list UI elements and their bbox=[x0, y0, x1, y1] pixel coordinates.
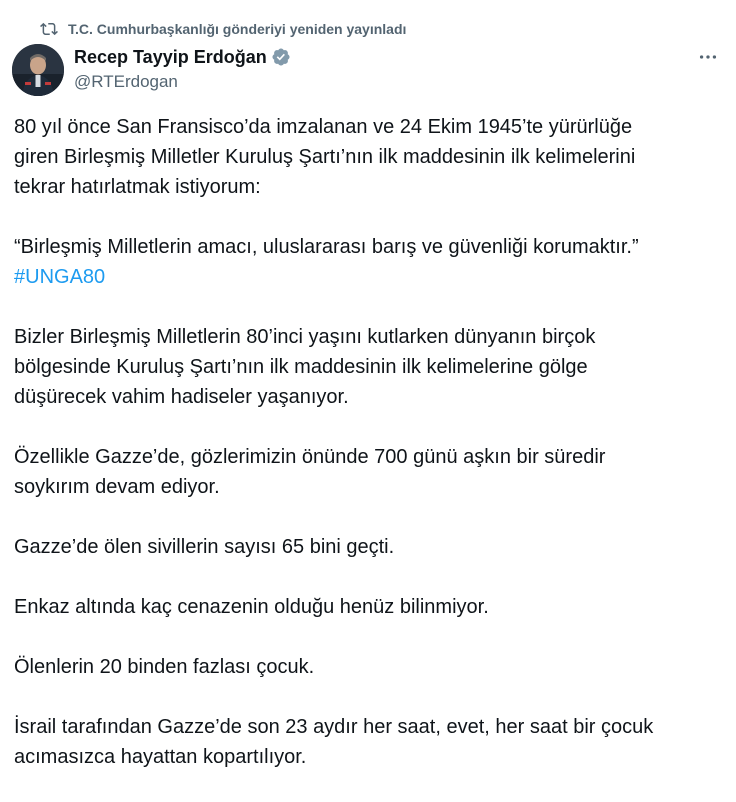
tweet: T.C. Cumhurbaşkanlığı gönderiyi yeniden … bbox=[0, 0, 736, 787]
more-options-button[interactable] bbox=[694, 46, 722, 68]
repost-icon bbox=[40, 20, 58, 38]
tweet-paragraph: Gazze’de ölen sivillerin sayısı 65 bini … bbox=[14, 536, 395, 558]
tweet-paragraph: İsrail tarafından Gazze’de son 23 aydır … bbox=[14, 716, 654, 768]
tweet-paragraph-quote: “Birleşmiş Milletlerin amacı, uluslarara… bbox=[14, 232, 726, 292]
tweet-text: 80 yıl önce San Fransisco’da imzalanan v… bbox=[14, 112, 726, 802]
tweet-paragraph: Enkaz altında kaç cenazenin olduğu henüz… bbox=[14, 596, 489, 618]
tweet-paragraph: Ölenlerin 20 binden fazlası çocuk. bbox=[14, 656, 315, 678]
author-name[interactable]: Recep Tayyip Erdoğan bbox=[74, 47, 267, 68]
author-block: Recep Tayyip Erdoğan @RTErdogan bbox=[74, 44, 291, 94]
repost-text: T.C. Cumhurbaşkanlığı gönderiyi yeniden … bbox=[68, 21, 407, 37]
more-icon bbox=[699, 55, 717, 59]
avatar[interactable] bbox=[12, 44, 64, 96]
tweet-paragraph: Özellikle Gazze’de, gözlerimizin önünde … bbox=[14, 446, 606, 498]
tweet-paragraph: 80 yıl önce San Fransisco’da imzalanan v… bbox=[14, 116, 636, 198]
repost-indicator[interactable]: T.C. Cumhurbaşkanlığı gönderiyi yeniden … bbox=[40, 18, 406, 40]
tweet-paragraph: Bizler Birleşmiş Milletlerin 80’inci yaş… bbox=[14, 326, 596, 408]
hashtag-link[interactable]: #UNGA80 bbox=[14, 262, 726, 292]
quote-text: “Birleşmiş Milletlerin amacı, uluslarara… bbox=[14, 236, 639, 258]
author-handle[interactable]: @RTErdogan bbox=[74, 70, 291, 94]
verified-badge-icon bbox=[271, 47, 291, 67]
